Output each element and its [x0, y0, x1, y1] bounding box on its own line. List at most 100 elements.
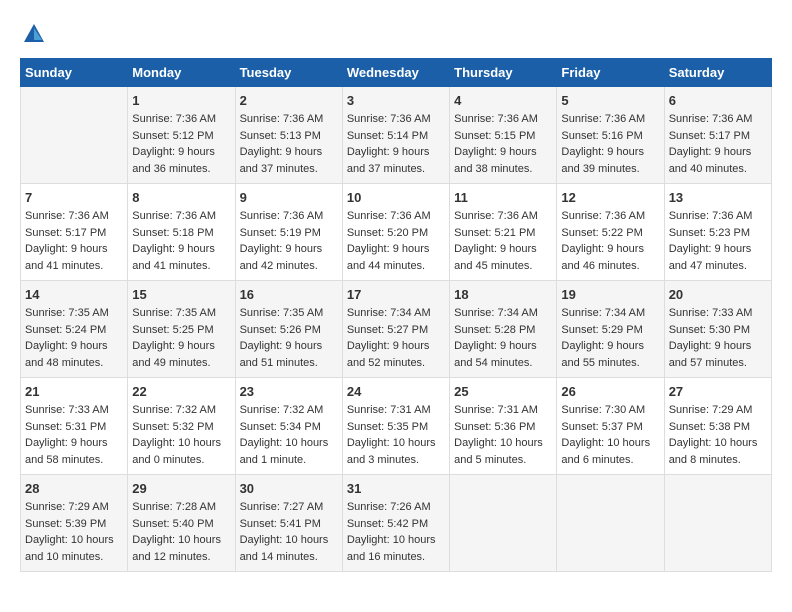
calendar-cell: 7 Sunrise: 7:36 AMSunset: 5:17 PMDaylight… [21, 184, 128, 281]
day-number: 14 [25, 287, 123, 302]
calendar-cell: 1 Sunrise: 7:36 AMSunset: 5:12 PMDaylight… [128, 87, 235, 184]
day-number: 19 [561, 287, 659, 302]
day-info: Sunrise: 7:31 AMSunset: 5:36 PMDaylight:… [454, 402, 552, 468]
logo [20, 20, 52, 48]
weekday-header-monday: Monday [128, 59, 235, 87]
day-info: Sunrise: 7:36 AMSunset: 5:16 PMDaylight:… [561, 111, 659, 177]
day-number: 27 [669, 384, 767, 399]
calendar-cell: 5 Sunrise: 7:36 AMSunset: 5:16 PMDaylight… [557, 87, 664, 184]
calendar-cell: 28Sunrise: 7:29 AMSunset: 5:39 PMDayligh… [21, 475, 128, 572]
day-info: Sunrise: 7:29 AMSunset: 5:38 PMDaylight:… [669, 402, 767, 468]
calendar-cell: 2 Sunrise: 7:36 AMSunset: 5:13 PMDaylight… [235, 87, 342, 184]
day-info: Sunrise: 7:35 AMSunset: 5:26 PMDaylight:… [240, 305, 338, 371]
day-info: Sunrise: 7:32 AMSunset: 5:34 PMDaylight:… [240, 402, 338, 468]
calendar-cell: 12Sunrise: 7:36 AMSunset: 5:22 PMDayligh… [557, 184, 664, 281]
day-number: 10 [347, 190, 445, 205]
day-info: Sunrise: 7:36 AMSunset: 5:13 PMDaylight:… [240, 111, 338, 177]
weekday-header-thursday: Thursday [450, 59, 557, 87]
calendar-cell: 30 Sunrise: 7:27 AMSunset: 5:41 PMDayligh… [235, 475, 342, 572]
day-number: 21 [25, 384, 123, 399]
day-number: 13 [669, 190, 767, 205]
day-number: 22 [132, 384, 230, 399]
day-info: Sunrise: 7:35 AMSunset: 5:25 PMDaylight:… [132, 305, 230, 371]
day-number: 4 [454, 93, 552, 108]
day-info: Sunrise: 7:35 AMSunset: 5:24 PMDaylight:… [25, 305, 123, 371]
calendar-cell: 6 Sunrise: 7:36 AMSunset: 5:17 PMDaylight… [664, 87, 771, 184]
day-info: Sunrise: 7:36 AMSunset: 5:12 PMDaylight:… [132, 111, 230, 177]
day-info: Sunrise: 7:33 AMSunset: 5:30 PMDaylight:… [669, 305, 767, 371]
day-number: 26 [561, 384, 659, 399]
day-info: Sunrise: 7:28 AMSunset: 5:40 PMDaylight:… [132, 499, 230, 565]
calendar-cell: 16 Sunrise: 7:35 AMSunset: 5:26 PMDayligh… [235, 281, 342, 378]
calendar-cell: 29 Sunrise: 7:28 AMSunset: 5:40 PMDayligh… [128, 475, 235, 572]
calendar-week-1: 1 Sunrise: 7:36 AMSunset: 5:12 PMDaylight… [21, 87, 772, 184]
calendar-table: SundayMondayTuesdayWednesdayThursdayFrid… [20, 58, 772, 572]
calendar-cell: 15 Sunrise: 7:35 AMSunset: 5:25 PMDayligh… [128, 281, 235, 378]
day-info: Sunrise: 7:36 AMSunset: 5:17 PMDaylight:… [669, 111, 767, 177]
weekday-header-wednesday: Wednesday [342, 59, 449, 87]
calendar-cell: 14 Sunrise: 7:35 AMSunset: 5:24 PMDayligh… [21, 281, 128, 378]
day-number: 25 [454, 384, 552, 399]
day-info: Sunrise: 7:36 AMSunset: 5:23 PMDaylight:… [669, 208, 767, 274]
day-number: 5 [561, 93, 659, 108]
day-info: Sunrise: 7:36 AMSunset: 5:17 PMDaylight:… [25, 208, 123, 274]
day-number: 28 [25, 481, 123, 496]
day-info: Sunrise: 7:36 AMSunset: 5:20 PMDaylight:… [347, 208, 445, 274]
day-number: 1 [132, 93, 230, 108]
weekday-header-saturday: Saturday [664, 59, 771, 87]
day-info: Sunrise: 7:36 AMSunset: 5:21 PMDaylight:… [454, 208, 552, 274]
day-info: Sunrise: 7:36 AMSunset: 5:14 PMDaylight:… [347, 111, 445, 177]
calendar-cell: 19 Sunrise: 7:34 AMSunset: 5:29 PMDayligh… [557, 281, 664, 378]
logo-icon [20, 20, 48, 48]
day-number: 11 [454, 190, 552, 205]
day-number: 18 [454, 287, 552, 302]
calendar-cell: 22 Sunrise: 7:32 AMSunset: 5:32 PMDayligh… [128, 378, 235, 475]
day-number: 9 [240, 190, 338, 205]
day-number: 20 [669, 287, 767, 302]
calendar-cell: 17 Sunrise: 7:34 AMSunset: 5:27 PMDayligh… [342, 281, 449, 378]
day-number: 24 [347, 384, 445, 399]
day-number: 3 [347, 93, 445, 108]
day-info: Sunrise: 7:30 AMSunset: 5:37 PMDaylight:… [561, 402, 659, 468]
day-info: Sunrise: 7:34 AMSunset: 5:28 PMDaylight:… [454, 305, 552, 371]
day-number: 29 [132, 481, 230, 496]
calendar-week-4: 21 Sunrise: 7:33 AMSunset: 5:31 PMDayligh… [21, 378, 772, 475]
day-number: 16 [240, 287, 338, 302]
day-number: 15 [132, 287, 230, 302]
calendar-cell: 25 Sunrise: 7:31 AMSunset: 5:36 PMDayligh… [450, 378, 557, 475]
day-info: Sunrise: 7:33 AMSunset: 5:31 PMDaylight:… [25, 402, 123, 468]
calendar-week-3: 14 Sunrise: 7:35 AMSunset: 5:24 PMDayligh… [21, 281, 772, 378]
day-info: Sunrise: 7:27 AMSunset: 5:41 PMDaylight:… [240, 499, 338, 565]
calendar-cell: 3 Sunrise: 7:36 AMSunset: 5:14 PMDaylight… [342, 87, 449, 184]
day-info: Sunrise: 7:36 AMSunset: 5:22 PMDaylight:… [561, 208, 659, 274]
day-number: 6 [669, 93, 767, 108]
day-number: 8 [132, 190, 230, 205]
calendar-cell: 27 Sunrise: 7:29 AMSunset: 5:38 PMDayligh… [664, 378, 771, 475]
calendar-cell: 10 Sunrise: 7:36 AMSunset: 5:20 PMDayligh… [342, 184, 449, 281]
day-number: 30 [240, 481, 338, 496]
day-info: Sunrise: 7:34 AMSunset: 5:27 PMDaylight:… [347, 305, 445, 371]
day-info: Sunrise: 7:34 AMSunset: 5:29 PMDaylight:… [561, 305, 659, 371]
calendar-cell: 26 Sunrise: 7:30 AMSunset: 5:37 PMDayligh… [557, 378, 664, 475]
weekday-header-sunday: Sunday [21, 59, 128, 87]
calendar-cell: 23 Sunrise: 7:32 AMSunset: 5:34 PMDayligh… [235, 378, 342, 475]
weekday-header-row: SundayMondayTuesdayWednesdayThursdayFrid… [21, 59, 772, 87]
calendar-cell [21, 87, 128, 184]
calendar-cell: 4Sunrise: 7:36 AMSunset: 5:15 PMDaylight… [450, 87, 557, 184]
calendar-cell: 24Sunrise: 7:31 AMSunset: 5:35 PMDayligh… [342, 378, 449, 475]
calendar-cell: 18 Sunrise: 7:34 AMSunset: 5:28 PMDayligh… [450, 281, 557, 378]
calendar-cell: 8 Sunrise: 7:36 AMSunset: 5:18 PMDaylight… [128, 184, 235, 281]
calendar-cell [450, 475, 557, 572]
calendar-cell [664, 475, 771, 572]
day-info: Sunrise: 7:32 AMSunset: 5:32 PMDaylight:… [132, 402, 230, 468]
day-info: Sunrise: 7:36 AMSunset: 5:18 PMDaylight:… [132, 208, 230, 274]
day-number: 17 [347, 287, 445, 302]
calendar-week-2: 7 Sunrise: 7:36 AMSunset: 5:17 PMDaylight… [21, 184, 772, 281]
calendar-cell: 21 Sunrise: 7:33 AMSunset: 5:31 PMDayligh… [21, 378, 128, 475]
day-number: 23 [240, 384, 338, 399]
day-number: 7 [25, 190, 123, 205]
calendar-cell: 11 Sunrise: 7:36 AMSunset: 5:21 PMDayligh… [450, 184, 557, 281]
day-number: 31 [347, 481, 445, 496]
calendar-cell: 31Sunrise: 7:26 AMSunset: 5:42 PMDayligh… [342, 475, 449, 572]
day-number: 2 [240, 93, 338, 108]
